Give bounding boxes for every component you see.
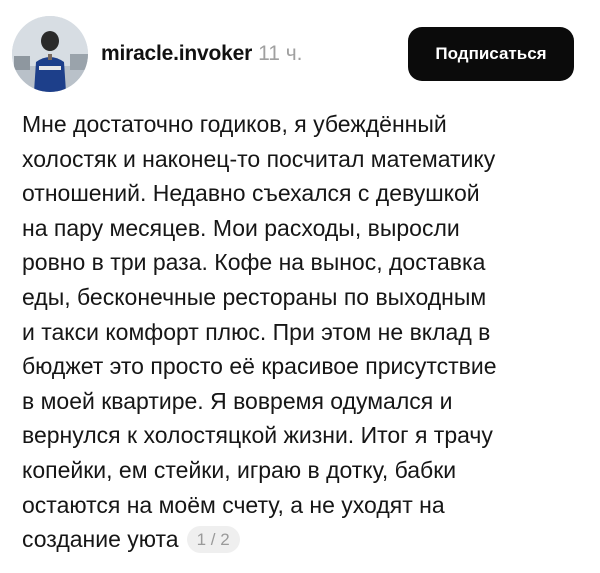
post-meta: miracle.invoker 11 ч. [101, 40, 303, 68]
post-text-line: создание уюта [22, 526, 179, 553]
post-header: miracle.invoker 11 ч. Подписаться [0, 0, 600, 100]
post-text-line: ровно в три раза. Кофе на вынос, доставк… [22, 249, 486, 276]
post-text-line: в моей квартире. Я вовремя одумался и [22, 387, 453, 414]
post-text-line: холостяк и наконец-то посчитал математик… [22, 145, 496, 172]
author-name[interactable]: miracle.invoker [101, 42, 252, 65]
post-text-line: и такси комфорт плюс. При этом не вклад … [22, 318, 491, 345]
post-text-line: вернулся к холостяцкой жизни. Итог я тра… [22, 422, 493, 449]
post-text-line: бюджет это просто её красивое присутстви… [22, 353, 497, 380]
page-indicator[interactable]: 1 / 2 [186, 526, 240, 554]
post-text-last-line: создание уюта 1 / 2 [22, 522, 582, 557]
post-text-line: на пару месяцев. Мои расходы, выросли [22, 214, 460, 241]
avatar[interactable] [12, 16, 88, 92]
post-text-line: еды, бесконечные рестораны по выходным [22, 283, 487, 310]
post-text-line: отношений. Недавно съехался с девушкой [22, 180, 480, 207]
post-text-line: остаются на моём счету, а не уходят на [22, 491, 445, 518]
subscribe-button[interactable]: Подписаться [408, 27, 574, 81]
post-text: Мне достаточно годиков, я убеждённый хол… [22, 107, 582, 557]
post-text-line: Мне достаточно годиков, я убеждённый [22, 111, 447, 137]
post-time: 11 ч. [258, 42, 303, 65]
post-text-line: копейки, ем стейки, играю в дотку, бабки [22, 456, 457, 483]
avatar-photo-icon [12, 16, 88, 92]
